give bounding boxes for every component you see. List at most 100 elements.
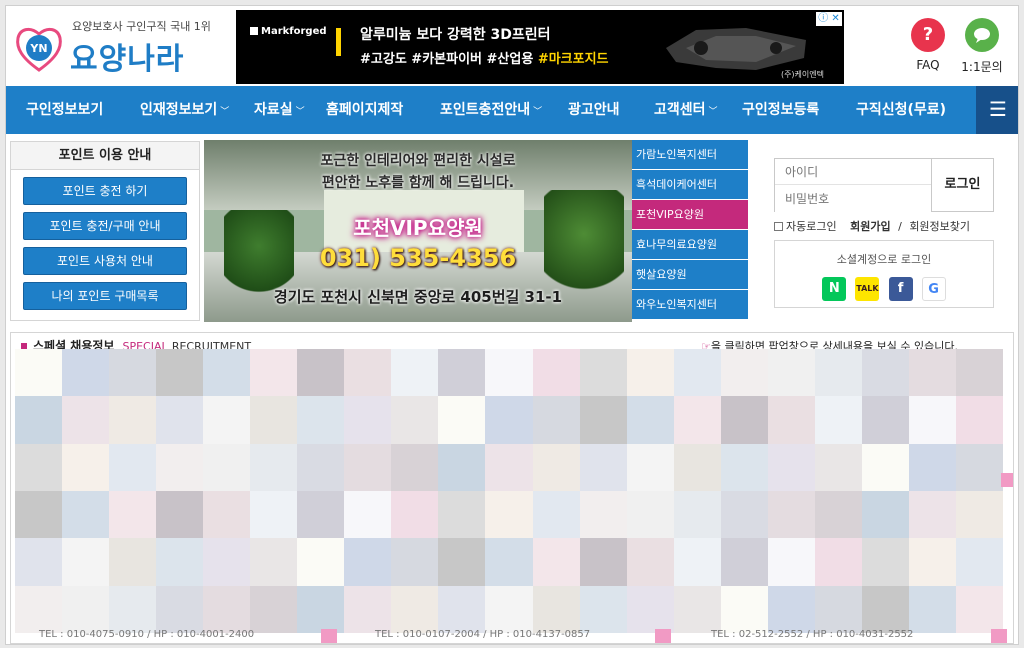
- mosaic-tile: [861, 443, 909, 491]
- mosaic-tile: [861, 490, 909, 539]
- mosaic-tile: [532, 443, 580, 491]
- ad-brand: Markforged: [250, 26, 327, 37]
- ad-banner[interactable]: Markforged 알루미늄 보다 강력한 3D프린터 #고강도 #카본파이버…: [236, 10, 844, 84]
- mosaic-tile: [485, 490, 533, 539]
- mosaic-tile: [438, 349, 486, 397]
- mosaic-tile: [109, 538, 157, 586]
- mosaic-tile: [438, 490, 486, 539]
- mosaic-tile: [908, 585, 956, 633]
- mosaic-tile: [250, 396, 298, 444]
- mosaic-tile: [438, 585, 486, 633]
- nav-item-homepage[interactable]: 홈페이지제작: [326, 86, 403, 134]
- nav-item-job-listings[interactable]: 구인정보보기: [26, 86, 103, 134]
- mosaic-tile: [344, 490, 392, 539]
- facility-item[interactable]: 효나무의료요양원: [632, 230, 748, 260]
- listing-corner-tag: [991, 629, 1007, 643]
- nav-item-talent[interactable]: 인재정보보기 ﹀: [140, 86, 229, 134]
- naver-icon[interactable]: N: [822, 277, 847, 301]
- listing-corner-tag: [1001, 473, 1013, 487]
- google-icon[interactable]: G: [921, 277, 946, 301]
- mosaic-tile: [438, 396, 486, 444]
- facebook-icon[interactable]: f: [888, 277, 913, 301]
- mosaic-tile: [532, 349, 580, 397]
- question-icon: ?: [911, 18, 945, 52]
- nav-label: 고객센터: [654, 102, 706, 118]
- mosaic-tile: [720, 443, 768, 491]
- nav-item-points[interactable]: 포인트충전안내 ﹀: [440, 86, 542, 134]
- listing-contact: TEL : 02-512-2552 / HP : 010-4031-2552: [711, 629, 914, 640]
- mosaic-tile: [344, 396, 392, 444]
- facility-item[interactable]: 와우노인복지센터: [632, 290, 748, 320]
- hamburger-icon[interactable]: ☰: [976, 86, 1018, 134]
- mosaic-tile: [297, 443, 345, 491]
- find-account-link[interactable]: 회원정보찾기: [909, 220, 970, 233]
- ad-tag-highlight: #마크포지드: [537, 52, 609, 67]
- point-usage-button[interactable]: 포인트 사용처 안내: [23, 247, 187, 275]
- mosaic-tile: [532, 585, 580, 633]
- mosaic-tile: [814, 538, 862, 586]
- user-id-input[interactable]: [775, 159, 931, 185]
- mosaic-tile: [579, 585, 627, 633]
- nav-label: 광고안내: [568, 102, 620, 118]
- mosaic-tile: [62, 585, 110, 633]
- mosaic-tile: [767, 349, 815, 397]
- mosaic-tile: [908, 538, 956, 586]
- join-link[interactable]: 회원가입: [850, 220, 890, 233]
- mosaic-tile: [626, 490, 674, 539]
- mosaic-tile: [673, 490, 721, 539]
- social-login-label: 소셜계정으로 로그인: [836, 253, 932, 266]
- point-guide-title: 포인트 이용 안내: [11, 142, 199, 170]
- login-panel: 로그인 자동로그인 회원가입 / 회원정보찾기 소셜계정으로 로그인 N TAL…: [774, 158, 996, 308]
- mosaic-tile: [626, 585, 674, 633]
- inquiry-button[interactable]: 1:1문의: [952, 18, 1012, 75]
- mosaic-tile: [955, 443, 1003, 491]
- mosaic-tile: [109, 490, 157, 539]
- nav-item-post-job[interactable]: 구인정보등록: [742, 86, 819, 134]
- nav-item-ads[interactable]: 광고안내: [568, 86, 620, 134]
- point-charge-button[interactable]: 포인트 충전 하기: [23, 177, 187, 205]
- auto-login-checkbox[interactable]: [774, 222, 783, 231]
- chat-icon: [965, 18, 999, 52]
- mosaic-tile: [814, 396, 862, 444]
- point-purchase-guide-button[interactable]: 포인트 충전/구매 안내: [23, 212, 187, 240]
- faq-button[interactable]: ? FAQ: [898, 18, 958, 72]
- nav-item-support[interactable]: 고객센터 ﹀: [654, 86, 718, 134]
- point-guide-panel: 포인트 이용 안내 포인트 충전 하기 포인트 충전/구매 안내 포인트 사용처…: [10, 141, 200, 321]
- mosaic-tile: [767, 443, 815, 491]
- nav-label: 구인정보등록: [742, 102, 820, 118]
- mosaic-tile: [250, 349, 298, 397]
- facility-item[interactable]: 흑석데이케어센터: [632, 170, 748, 200]
- mosaic-tile: [297, 490, 345, 539]
- login-button[interactable]: 로그인: [931, 159, 993, 211]
- facility-item[interactable]: 가람노인복지센터: [632, 140, 748, 170]
- mosaic-tile: [579, 538, 627, 586]
- nav-item-apply[interactable]: 구직신청(무료): [856, 86, 946, 134]
- logo-tagline: 요양보호사 구인구직 국내 1위: [72, 20, 211, 33]
- facility-banner[interactable]: 포근한 인테리어와 편리한 시설로 편안한 노후를 함께 해 드립니다. 포천V…: [204, 140, 632, 322]
- banner-facility-name: 포천VIP요양원: [353, 216, 483, 240]
- kakao-icon[interactable]: TALK: [855, 277, 880, 301]
- password-input[interactable]: [775, 186, 931, 212]
- mosaic-tile: [955, 349, 1003, 397]
- my-point-history-button[interactable]: 나의 포인트 구매목록: [23, 282, 187, 310]
- mosaic-tile: [673, 349, 721, 397]
- mosaic-tile: [344, 538, 392, 586]
- mosaic-tile: [344, 349, 392, 397]
- mosaic-tile: [767, 585, 815, 633]
- mosaic-tile: [391, 585, 439, 633]
- header: YN 요양보호사 구인구직 국내 1위 요양나라 Markforged 알루미늄…: [6, 6, 1018, 86]
- mosaic-tile: [15, 585, 63, 633]
- ad-close-icon[interactable]: ⓘ ✕: [816, 12, 842, 26]
- mosaic-tile: [814, 490, 862, 539]
- blurred-listing-grid[interactable]: [15, 349, 1003, 633]
- chevron-down-icon: ﹀: [533, 107, 543, 117]
- logo-badge-text: YN: [29, 42, 47, 55]
- nav-item-resources[interactable]: 자료실 ﹀: [254, 86, 305, 134]
- mosaic-tile: [62, 443, 110, 491]
- site-logo[interactable]: YN 요양보호사 구인구직 국내 1위 요양나라: [14, 14, 224, 78]
- facility-item-active[interactable]: 포천VIP요양원: [632, 200, 748, 230]
- auto-login-label[interactable]: 자동로그인: [786, 220, 837, 233]
- facility-item[interactable]: 햇살요양원: [632, 260, 748, 290]
- mosaic-tile: [861, 585, 909, 633]
- banner-phone: 031) 535-4356: [319, 244, 517, 272]
